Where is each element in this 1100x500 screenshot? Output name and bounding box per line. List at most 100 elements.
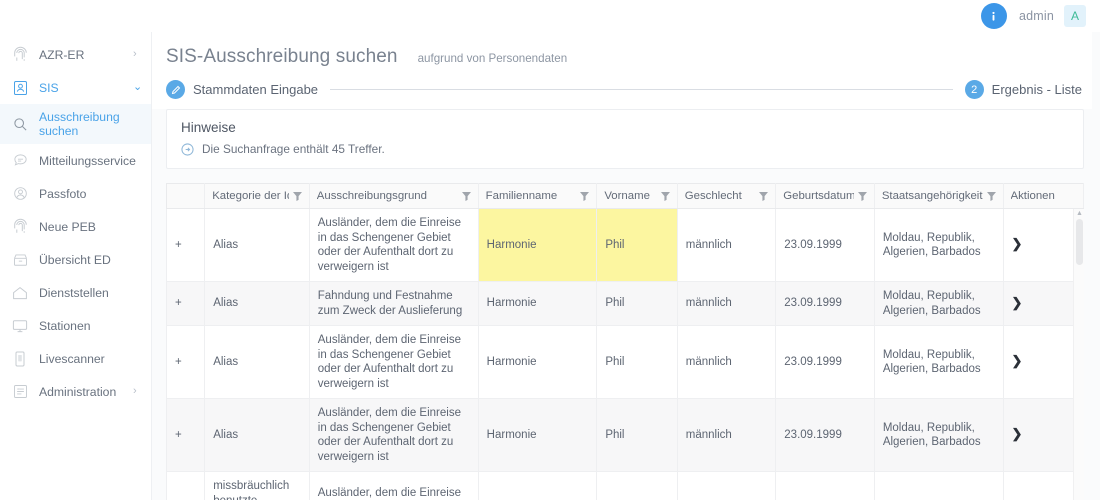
main-content: SIS-Ausschreibung suchen aufgrund von Pe… bbox=[152, 32, 1100, 500]
sidebar-item-label: SIS bbox=[39, 80, 59, 95]
sidebar-subitem-ausschreibung-suchen[interactable]: Ausschreibung suchen bbox=[0, 104, 151, 144]
stepper-step-2[interactable]: 2 Ergebnis - Liste bbox=[964, 80, 1082, 99]
sidebar-item-passfoto[interactable]: Passfoto bbox=[0, 177, 151, 210]
cell-vorname: Phil bbox=[596, 398, 678, 472]
row-detail-chevron-right-icon[interactable]: ❯ bbox=[1012, 353, 1023, 369]
column-header-geburtsdatum[interactable]: Geburtsdatum bbox=[775, 183, 875, 209]
sidebar-item-administration[interactable]: Administration › bbox=[0, 375, 151, 408]
table-body: + Alias Ausländer, dem die Einreise in das… bbox=[166, 208, 1084, 500]
funnel-filter-icon[interactable] bbox=[461, 191, 471, 201]
column-header-ausschreibungsgrund[interactable]: Ausschreibungsgrund bbox=[309, 183, 479, 209]
info-icon[interactable] bbox=[980, 3, 1007, 29]
scroll-up-arrow-icon[interactable]: ▲ bbox=[1076, 210, 1083, 218]
stepper-step-2-number: 2 bbox=[964, 80, 984, 99]
avatar[interactable]: A bbox=[1064, 5, 1086, 27]
funnel-filter-icon[interactable] bbox=[660, 191, 670, 201]
results-table-container: Kategorie der Ident Ausschreibungsgrund bbox=[166, 183, 1084, 500]
row-detail-chevron-right-icon[interactable]: ❯ bbox=[1012, 236, 1023, 252]
cell-staatsangehoerigkeit: Moldau, Republik, Algerien, Barbados bbox=[874, 398, 1004, 472]
table-vertical-scrollbar[interactable]: ▲ bbox=[1073, 209, 1084, 500]
fingerprint-icon bbox=[10, 45, 30, 65]
arrow-circle-right-icon bbox=[181, 142, 194, 156]
column-header-kategorie[interactable]: Kategorie der Ident bbox=[204, 183, 310, 209]
sidebar-item-label: Stationen bbox=[39, 318, 91, 333]
column-header-label: Familienname bbox=[485, 190, 558, 202]
cell-ausschreibungsgrund: Fahndung und Festnahme zum Zweck der Aus… bbox=[309, 281, 479, 326]
cell-geschlecht: männlich bbox=[677, 471, 777, 500]
row-detail-chevron-right-icon[interactable]: ❯ bbox=[1012, 426, 1023, 442]
cell-geschlecht: männlich bbox=[677, 208, 777, 282]
column-header-vorname[interactable]: Vorname bbox=[596, 183, 678, 209]
cell-geschlecht: männlich bbox=[677, 398, 777, 472]
sidebar-item-neue-peb[interactable]: Neue PEB bbox=[0, 210, 151, 243]
cell-geburtsdatum: 23.09.1999 bbox=[775, 325, 875, 399]
scrollbar-thumb[interactable] bbox=[1076, 219, 1083, 265]
column-header-geschlecht[interactable]: Geschlecht bbox=[677, 183, 777, 209]
cell-aktionen: ❯ bbox=[1003, 208, 1084, 282]
cell-familienname: Harmonie bbox=[478, 471, 598, 500]
sidebar-item-dienststellen[interactable]: Dienststellen bbox=[0, 276, 151, 309]
sidebar-item-stationen[interactable]: Stationen bbox=[0, 309, 151, 342]
table-row[interactable]: + Alias Ausländer, dem die Einreise in das… bbox=[166, 208, 1084, 282]
sidebar-item-livescanner[interactable]: Livescanner bbox=[0, 342, 151, 375]
cell-ausschreibungsgrund: Ausländer, dem die Einreise in das Schen… bbox=[309, 398, 479, 472]
row-expand-button[interactable]: + bbox=[166, 208, 206, 282]
sidebar-item-label: Passfoto bbox=[39, 186, 87, 201]
funnel-filter-icon[interactable] bbox=[759, 191, 769, 201]
funnel-filter-icon[interactable] bbox=[580, 191, 590, 201]
sidebar-item-label: Übersicht ED bbox=[39, 252, 111, 267]
cell-vorname: Phil bbox=[596, 325, 678, 399]
row-expand-button[interactable]: + bbox=[166, 471, 206, 500]
column-header-label: Staatsangehörigkeit bbox=[881, 190, 983, 202]
row-detail-chevron-right-icon[interactable]: ❯ bbox=[1012, 295, 1023, 310]
hinweise-message-row: Die Suchanfrage enthält 45 Treffer. bbox=[181, 142, 1069, 156]
funnel-filter-icon[interactable] bbox=[986, 191, 996, 201]
table-row[interactable]: +missbräuchlich benutzte Personalien ein… bbox=[166, 471, 1084, 500]
sidebar-item-uebersicht-ed[interactable]: Übersicht ED bbox=[0, 243, 151, 276]
sidebar-item-sis[interactable]: SIS ⌄ bbox=[0, 71, 151, 104]
cell-ausschreibungsgrund: Ausländer, dem die Einreise in das Schen… bbox=[309, 208, 479, 282]
cell-familienname: Harmonie bbox=[478, 281, 598, 326]
column-header-aktionen: Aktionen bbox=[1003, 183, 1084, 209]
table-row[interactable]: + Alias Ausländer, dem die Einreise in das… bbox=[166, 398, 1084, 472]
column-header-familienname[interactable]: Familienname bbox=[478, 183, 598, 209]
home-icon bbox=[10, 283, 30, 303]
cell-vorname: Phil bbox=[596, 471, 678, 500]
row-expand-button[interactable]: + bbox=[166, 398, 206, 472]
page-subtitle: aufgrund von Personendaten bbox=[417, 52, 568, 65]
column-header-staatsangehoerigkeit[interactable]: Staatsangehörigkeit bbox=[874, 183, 1004, 209]
sidebar-item-azr-er[interactable]: AZR-ER › bbox=[0, 38, 151, 71]
settings-list-icon bbox=[10, 382, 30, 402]
hinweise-title: Hinweise bbox=[181, 120, 236, 135]
monitor-icon bbox=[10, 316, 30, 336]
cell-kategorie: Alias bbox=[204, 208, 310, 282]
cell-geburtsdatum: 23.09.1999 bbox=[775, 471, 875, 500]
stepper-step-1[interactable]: Stammdaten Eingabe bbox=[166, 80, 318, 99]
hinweise-message: Die Suchanfrage enthält 45 Treffer. bbox=[202, 142, 385, 156]
search-icon bbox=[10, 117, 30, 132]
top-bar: admin A bbox=[0, 0, 1100, 32]
sidebar-item-mitteilungsservice[interactable]: Mitteilungsservice bbox=[0, 144, 151, 177]
cell-familienname: Harmonie bbox=[478, 325, 598, 399]
sidebar-item-label: Dienststellen bbox=[39, 285, 109, 300]
cell-geschlecht: männlich bbox=[677, 281, 777, 326]
chevron-right-icon: › bbox=[133, 48, 137, 60]
table-row[interactable]: + Alias Ausländer, dem die Einreise in das… bbox=[166, 325, 1084, 399]
cell-staatsangehoerigkeit: Moldau, Republik, Algerien, Barbados bbox=[874, 325, 1004, 399]
table-header-row: Kategorie der Ident Ausschreibungsgrund bbox=[166, 183, 1084, 209]
mobile-device-icon bbox=[10, 349, 30, 369]
table-row[interactable]: + Alias Fahndung und Festnahme zum Zweck d… bbox=[166, 281, 1084, 326]
hinweise-panel: Hinweise Die Suchanfrage enthält 45 Tref… bbox=[166, 109, 1084, 169]
cell-geschlecht: männlich bbox=[677, 325, 777, 399]
page-header: SIS-Ausschreibung suchen aufgrund von Pe… bbox=[152, 32, 1092, 68]
funnel-filter-icon[interactable] bbox=[292, 191, 302, 201]
sidebar-item-label: Administration bbox=[39, 384, 117, 399]
funnel-filter-icon[interactable] bbox=[857, 191, 867, 201]
row-expand-button[interactable]: + bbox=[166, 325, 206, 399]
cell-familienname: Harmonie bbox=[478, 398, 598, 472]
archive-box-icon bbox=[10, 250, 30, 270]
page-title: SIS-Ausschreibung suchen bbox=[166, 46, 398, 67]
column-header-expand bbox=[166, 183, 206, 209]
column-header-label: Kategorie der Ident bbox=[212, 190, 289, 202]
row-expand-button[interactable]: + bbox=[166, 281, 206, 326]
